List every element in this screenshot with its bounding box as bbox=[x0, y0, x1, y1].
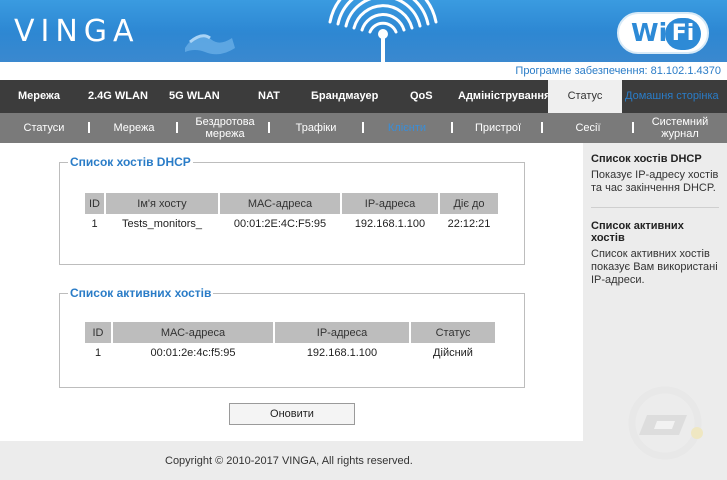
sub-nav-statuses[interactable]: Статуси bbox=[14, 113, 74, 143]
sub-nav-traffic[interactable]: Трафіки bbox=[284, 113, 348, 143]
main-nav-home[interactable]: Домашня сторінка bbox=[625, 80, 719, 113]
main-nav-status[interactable]: Статус bbox=[548, 80, 622, 113]
cell-expires: 22:12:21 bbox=[447, 218, 491, 230]
active-hosts-title: Список активних хостів bbox=[70, 286, 212, 300]
sub-nav-devices[interactable]: Пристрої bbox=[465, 113, 531, 143]
sub-nav-separator bbox=[451, 122, 453, 133]
sub-nav-sessions[interactable]: Сесії bbox=[556, 113, 620, 143]
main-content: Список хостів DHCP ID Ім'я хосту МАС-адр… bbox=[0, 143, 583, 441]
main-nav: Мережа 2.4G WLAN 5G WLAN NAT Брандмауер … bbox=[0, 80, 727, 113]
sub-nav-clients[interactable]: Клієнти bbox=[372, 113, 442, 143]
main-nav-nat[interactable]: NAT bbox=[258, 80, 280, 113]
wifi-logo: Wi Fi bbox=[617, 12, 709, 54]
help-dhcp-title: Список хостів DHCP bbox=[591, 153, 702, 165]
cell-ip: 192.168.1.100 bbox=[354, 218, 426, 230]
table-header-row: ID МАС-адреса IP-адреса Статус bbox=[85, 322, 495, 343]
sub-nav-separator bbox=[88, 122, 90, 133]
sub-nav-system-log[interactable]: Системний журнал bbox=[644, 113, 716, 143]
main-nav-wlan5[interactable]: 5G WLAN bbox=[169, 80, 220, 113]
wifi-logo-wi: Wi bbox=[631, 18, 668, 47]
firmware-version: Програмне забезпечення: 81.102.1.4370 bbox=[515, 65, 721, 77]
header-banner: VINGA Wi Fi bbox=[0, 0, 727, 62]
cell-hostname: Tests_monitors_ bbox=[121, 218, 203, 230]
active-hosts-table: ID МАС-адреса IP-адреса Статус 1 00:01:2… bbox=[83, 322, 497, 363]
column-header: Діє до bbox=[440, 193, 498, 214]
column-header: IP-адреса bbox=[342, 193, 438, 214]
copyright-text: Copyright © 2010-2017 VINGA, All rights … bbox=[165, 455, 413, 467]
hands-graphic-icon bbox=[185, 34, 235, 55]
cell-id: 1 bbox=[94, 347, 102, 359]
column-header: Статус bbox=[411, 322, 495, 343]
vinga-logo: VINGA bbox=[14, 14, 140, 49]
help-divider bbox=[591, 207, 719, 208]
sub-nav-separator bbox=[362, 122, 364, 133]
main-nav-network[interactable]: Мережа bbox=[18, 80, 60, 113]
column-header: Ім'я хосту bbox=[106, 193, 218, 214]
table-row: 1 Tests_monitors_ 00:01:2E:4C:F5:95 192.… bbox=[85, 214, 498, 234]
sub-nav-wireless[interactable]: Бездротова мережа bbox=[186, 113, 264, 143]
column-header: МАС-адреса bbox=[113, 322, 273, 343]
cell-id: 1 bbox=[91, 218, 98, 230]
main-nav-wlan24[interactable]: 2.4G WLAN bbox=[88, 80, 148, 113]
help-active-text: Список активних хостів показує Вам викор… bbox=[591, 248, 718, 286]
sub-nav-separator bbox=[176, 122, 178, 133]
table-header-row: ID Ім'я хосту МАС-адреса IP-адреса Діє д… bbox=[85, 193, 498, 214]
main-nav-firewall[interactable]: Брандмауер bbox=[311, 80, 378, 113]
help-active-title: Список активних хостів bbox=[591, 220, 684, 244]
sub-nav-separator bbox=[268, 122, 270, 133]
column-header: ID bbox=[85, 322, 111, 343]
cell-mac: 00:01:2E:4C:F5:95 bbox=[233, 218, 327, 230]
column-header: МАС-адреса bbox=[220, 193, 340, 214]
column-header: IP-адреса bbox=[275, 322, 409, 343]
cell-status: Дійсний bbox=[433, 347, 473, 359]
sub-nav-separator bbox=[541, 122, 543, 133]
site-watermark-logo bbox=[628, 386, 703, 460]
wifi-logo-fi: Fi bbox=[665, 18, 701, 50]
dhcp-hosts-table: ID Ім'я хосту МАС-адреса IP-адреса Діє д… bbox=[83, 193, 500, 234]
sub-nav-separator bbox=[632, 122, 634, 133]
cell-ip: 192.168.1.100 bbox=[306, 347, 378, 359]
table-row: 1 00:01:2e:4c:f5:95 192.168.1.100 Дійсни… bbox=[85, 343, 495, 363]
cell-mac: 00:01:2e:4c:f5:95 bbox=[150, 347, 236, 359]
sub-nav-network[interactable]: Мережа bbox=[104, 113, 164, 143]
wireless-signal-icon bbox=[328, 0, 438, 62]
dhcp-hosts-title: Список хостів DHCP bbox=[70, 155, 191, 169]
help-dhcp-text: Показує IP-адресу хостів та час закінчен… bbox=[591, 169, 719, 194]
main-nav-administration[interactable]: Адміністрування bbox=[458, 80, 550, 113]
column-header: ID bbox=[85, 193, 104, 214]
sub-nav: Статуси Мережа Бездротова мережа Трафіки… bbox=[0, 113, 727, 143]
main-nav-qos[interactable]: QoS bbox=[410, 80, 433, 113]
refresh-button[interactable]: Оновити bbox=[229, 403, 355, 425]
